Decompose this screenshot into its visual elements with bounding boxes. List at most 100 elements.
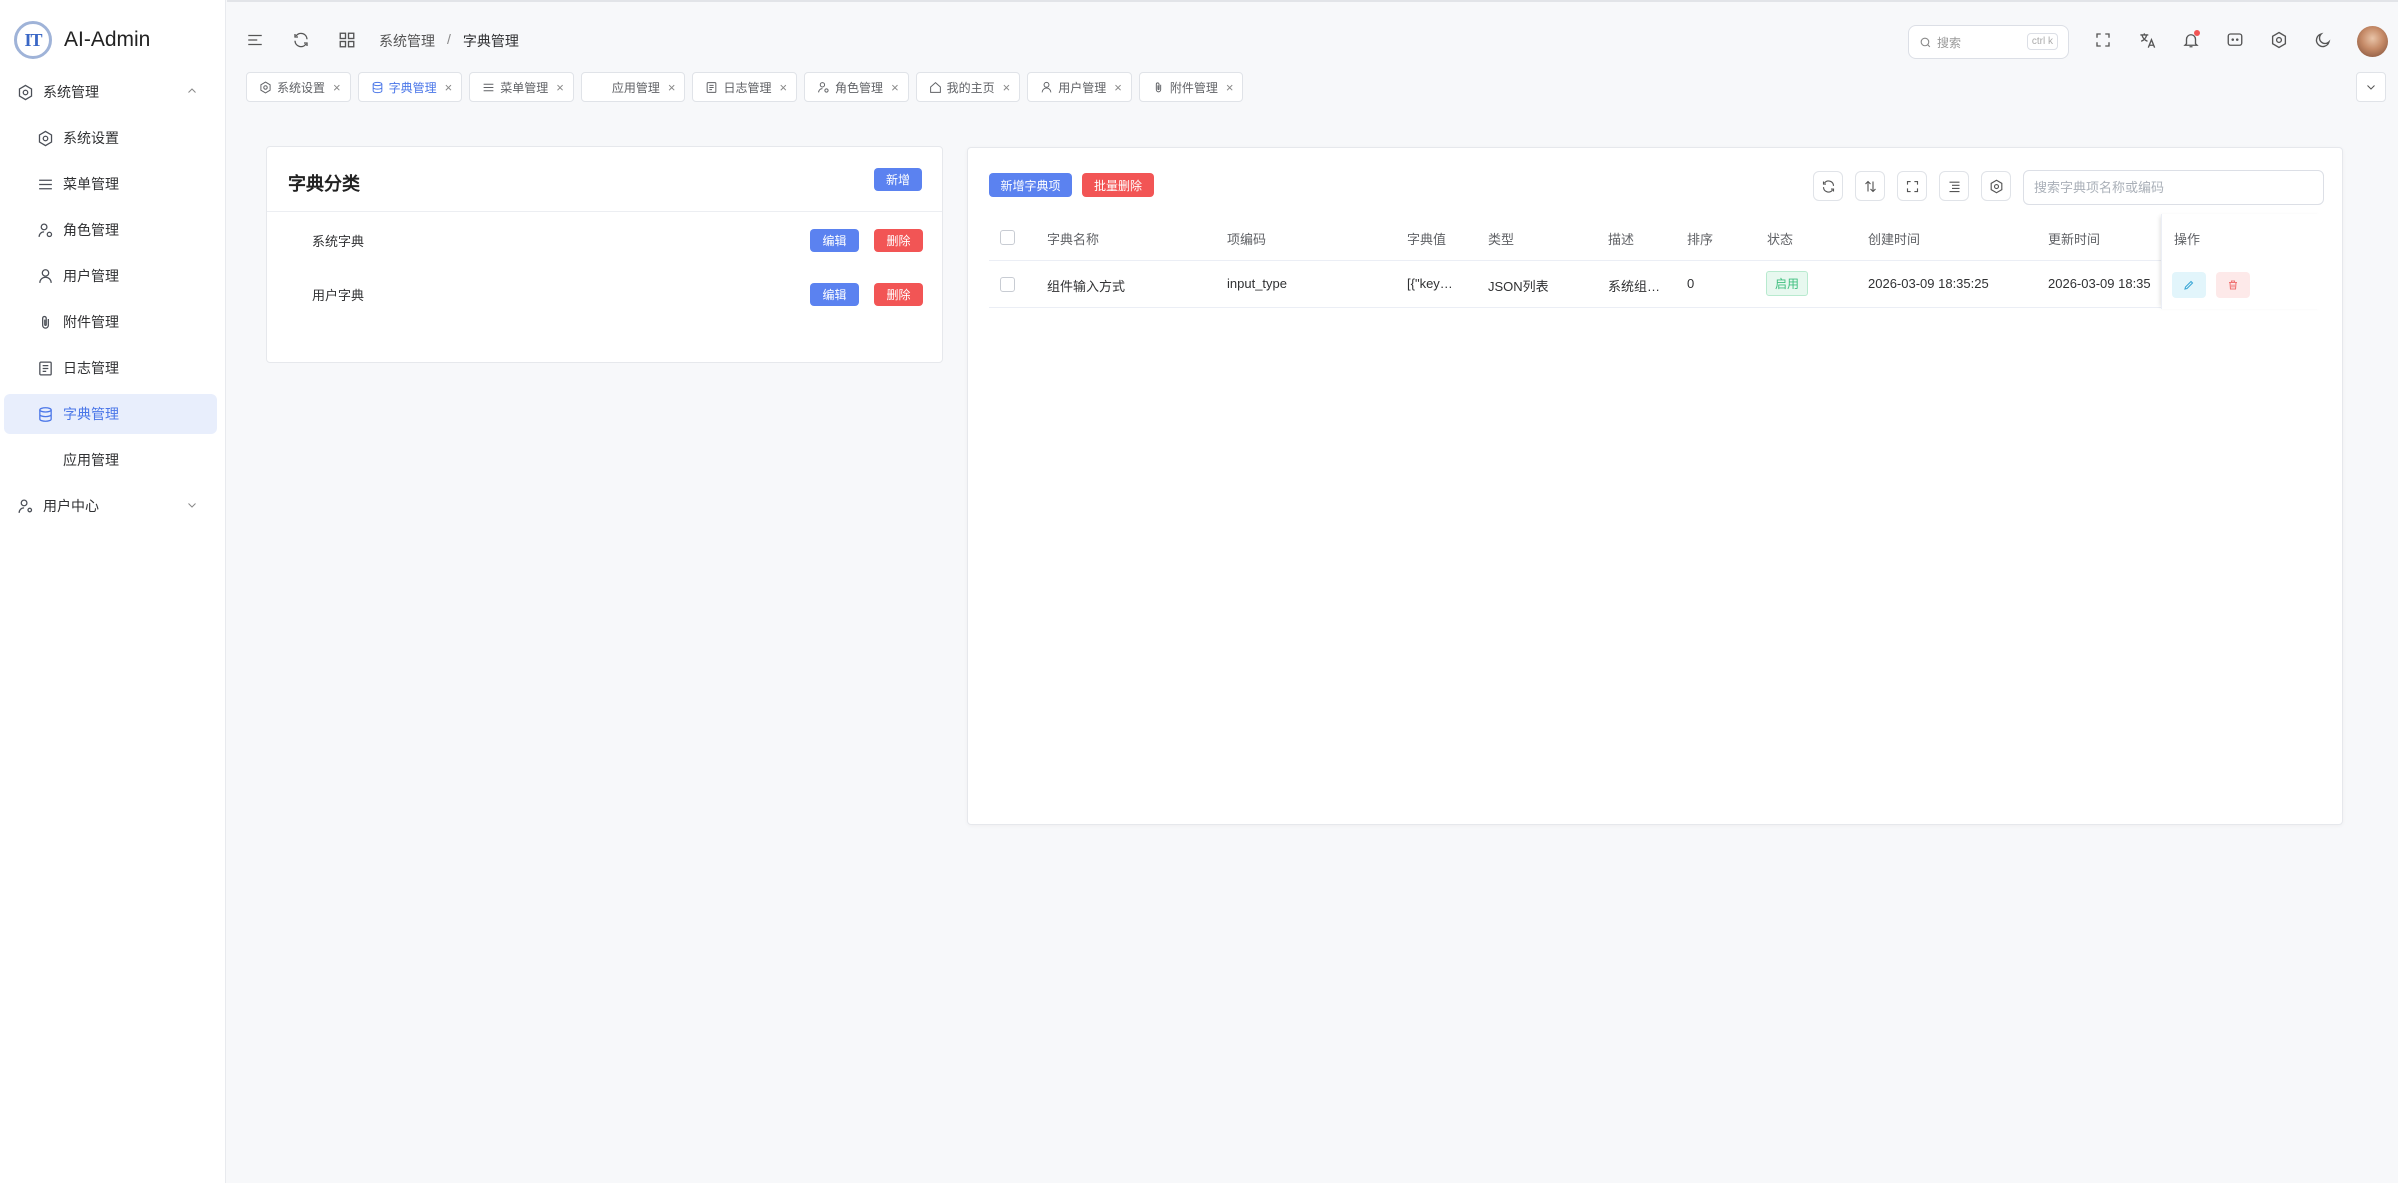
list-item[interactable]: 系统字典 编辑 删除	[267, 213, 942, 267]
sort-icon[interactable]	[1855, 171, 1885, 201]
breadcrumb-current: 字典管理	[462, 33, 519, 49]
tabs-dropdown-button[interactable]	[2356, 72, 2386, 102]
sidebar-item-label: 日志管理	[63, 360, 119, 376]
refresh-icon[interactable]	[289, 28, 313, 52]
table-header: 字典名称 项编码 字典值 类型 描述 排序 状态 创建时间 更新时间	[989, 214, 2323, 261]
sidebar-toggle-icon[interactable]	[243, 28, 267, 52]
column-header[interactable]: 项编码	[1227, 229, 1266, 248]
cell-type: JSON列表	[1488, 279, 1549, 294]
tab-users[interactable]: 用户管理 ×	[1027, 72, 1132, 102]
close-icon[interactable]: ×	[445, 80, 453, 95]
close-icon[interactable]: ×	[333, 80, 341, 95]
close-icon[interactable]: ×	[668, 80, 676, 95]
user-icon	[1040, 81, 1053, 94]
column-header[interactable]: 创建时间	[1868, 229, 1920, 248]
cell-value: [{"key…	[1407, 276, 1453, 291]
sidebar-item-label: 菜单管理	[63, 176, 119, 192]
edit-row-button[interactable]	[2172, 272, 2206, 298]
list-item[interactable]: 用户字典 编辑 删除	[267, 267, 942, 321]
column-header[interactable]: 描述	[1608, 229, 1634, 248]
log-icon	[36, 359, 55, 378]
settings-icon[interactable]	[2267, 28, 2291, 52]
edit-category-button[interactable]: 编辑	[810, 229, 859, 252]
tab-label: 我的主页	[946, 80, 995, 95]
breadcrumb-item[interactable]: 系统管理	[379, 31, 435, 51]
delete-category-button[interactable]: 删除	[874, 229, 923, 252]
tab-apps[interactable]: 应用管理 ×	[580, 72, 686, 102]
translate-icon[interactable]	[2135, 28, 2159, 52]
sidebar: IT AI-Admin 系统管理 系统设置 菜单管理 角色管理 用户管理 附件管…	[0, 0, 226, 1183]
sidebar-item-dictionary[interactable]: 字典管理	[0, 391, 226, 437]
batch-delete-button[interactable]: 批量删除	[1082, 173, 1154, 197]
notification-bell-icon[interactable]	[2179, 28, 2203, 52]
row-checkbox[interactable]	[1000, 277, 1015, 292]
sidebar-item-label: 用户管理	[63, 268, 119, 284]
grid-apps-icon[interactable]	[335, 28, 359, 52]
fullscreen-icon[interactable]	[1897, 171, 1927, 201]
dict-items-table: 字典名称 项编码 字典值 类型 描述 排序 状态 创建时间 更新时间 组件输入方…	[989, 214, 2323, 309]
tab-logs[interactable]: 日志管理 ×	[692, 72, 798, 102]
top-divider	[227, 0, 2398, 2]
tab-menus[interactable]: 菜单管理 ×	[469, 72, 574, 102]
column-header[interactable]: 更新时间	[2048, 229, 2100, 248]
log-icon	[705, 81, 718, 94]
close-icon[interactable]: ×	[779, 80, 787, 95]
tab-attachments[interactable]: 附件管理 ×	[1138, 72, 1244, 102]
column-settings-icon[interactable]	[1981, 171, 2011, 201]
sidebar-item-roles[interactable]: 角色管理	[0, 207, 226, 253]
tab-label: 应用管理	[611, 80, 660, 95]
sidebar-item-attachments[interactable]: 附件管理	[0, 299, 226, 345]
close-icon[interactable]: ×	[556, 80, 564, 95]
tab-label: 用户管理	[1058, 80, 1107, 95]
sidebar-menu: 系统管理 系统设置 菜单管理 角色管理 用户管理 附件管理 日志管理 字典管理 …	[0, 69, 226, 529]
tab-home[interactable]: 我的主页 ×	[915, 72, 1021, 102]
column-header[interactable]: 类型	[1488, 229, 1514, 248]
close-icon[interactable]: ×	[1226, 80, 1234, 95]
tab-roles[interactable]: 角色管理 ×	[804, 72, 909, 102]
close-icon[interactable]: ×	[1114, 80, 1122, 95]
table-row[interactable]: 组件输入方式 input_type [{"key… JSON列表 系统组… 0 …	[989, 261, 2323, 308]
tab-label: 菜单管理	[500, 80, 549, 95]
delete-row-button[interactable]	[2216, 272, 2250, 298]
column-header[interactable]: 字典名称	[1047, 229, 1099, 248]
close-icon[interactable]: ×	[1003, 80, 1011, 95]
user-avatar[interactable]	[2357, 26, 2388, 57]
role-icon	[36, 221, 55, 240]
tab-label: 日志管理	[723, 80, 772, 95]
cell-updated: 2026-03-09 18:35	[2048, 276, 2151, 291]
sidebar-group-user-center[interactable]: 用户中心	[0, 483, 226, 529]
column-header[interactable]: 排序	[1687, 229, 1713, 248]
refresh-icon[interactable]	[1813, 171, 1843, 201]
database-icon	[36, 405, 55, 424]
sidebar-item-label: 字典管理	[63, 406, 119, 422]
chevron-down-icon	[2365, 81, 2377, 93]
tab-label: 字典管理	[388, 80, 437, 95]
sidebar-item-menus[interactable]: 菜单管理	[0, 161, 226, 207]
edit-category-button[interactable]: 编辑	[810, 283, 859, 306]
chat-icon[interactable]	[2223, 28, 2247, 52]
tab-system-settings[interactable]: 系统设置 ×	[246, 72, 351, 102]
add-dict-item-button[interactable]: 新增字典项	[989, 173, 1072, 197]
sidebar-item-apps[interactable]: 应用管理	[0, 437, 226, 483]
column-header[interactable]: 状态	[1767, 229, 1793, 248]
close-icon[interactable]: ×	[891, 80, 899, 95]
actions-column: 操作	[2161, 214, 2323, 309]
dict-item-search-input[interactable]	[2023, 170, 2324, 205]
global-search-input[interactable]: 搜索 ctrl k	[1908, 25, 2069, 59]
dark-mode-moon-icon[interactable]	[2311, 28, 2335, 52]
sidebar-item-users[interactable]: 用户管理	[0, 253, 226, 299]
sidebar-group-system[interactable]: 系统管理	[0, 69, 226, 115]
cell-code: input_type	[1227, 276, 1287, 291]
settings-icon	[259, 81, 272, 94]
app-logo[interactable]: IT AI-Admin	[14, 18, 150, 62]
delete-category-button[interactable]: 删除	[874, 283, 923, 306]
density-icon[interactable]	[1939, 171, 1969, 201]
fullscreen-icon[interactable]	[2091, 28, 2115, 52]
sidebar-item-system-settings[interactable]: 系统设置	[0, 115, 226, 161]
tab-dictionary[interactable]: 字典管理 ×	[357, 72, 463, 102]
sidebar-item-logs[interactable]: 日志管理	[0, 345, 226, 391]
column-header[interactable]: 字典值	[1407, 229, 1446, 248]
add-category-button[interactable]: 新增	[874, 168, 922, 191]
sidebar-group-label: 用户中心	[43, 498, 99, 514]
select-all-checkbox[interactable]	[1000, 230, 1015, 245]
